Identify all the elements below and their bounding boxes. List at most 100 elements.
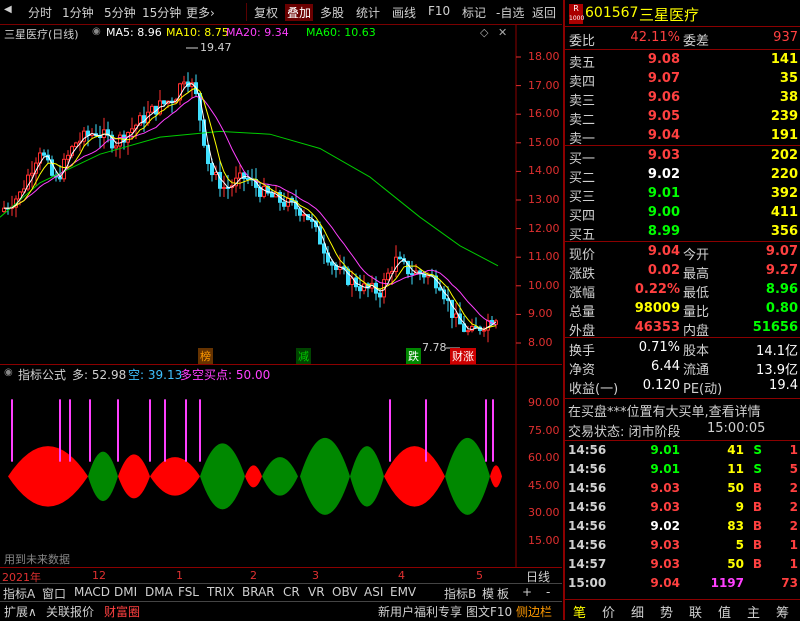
indicator-band: [150, 457, 200, 496]
more-button[interactable]: 更多›: [186, 4, 215, 21]
multi-stock-button[interactable]: 多股: [320, 4, 344, 21]
event-marker-list[interactable]: 榜: [198, 348, 213, 364]
wealth-circle-tab[interactable]: 财富圈: [104, 603, 140, 620]
tick-row[interactable]: 14:56 9.01 41 S 1: [565, 443, 800, 461]
tab-trix[interactable]: TRIX: [207, 585, 234, 599]
event-marker-finance[interactable]: 财涨: [450, 348, 476, 364]
tab-5min[interactable]: 5分钟: [104, 4, 136, 21]
tick-row[interactable]: 15:00 9.04 1197 73: [565, 576, 800, 594]
candle: [98, 125, 102, 149]
tab-vr[interactable]: VR: [308, 585, 325, 599]
stat-row: 总量 98009 量比 0.80: [569, 301, 798, 320]
tab-detail[interactable]: 细: [631, 602, 644, 621]
tab-15min[interactable]: 15分钟: [142, 4, 181, 21]
candle: [250, 168, 254, 187]
tab-obv[interactable]: OBV: [332, 585, 358, 599]
tab-macd[interactable]: MACD: [74, 585, 110, 599]
tab-main[interactable]: 主: [747, 602, 760, 621]
zoom-out-button[interactable]: -: [546, 585, 550, 599]
kline-chart[interactable]: 三星医疗(日线) ◉ MA5: 8.96 MA10: 8.75 MA20: 9.…: [0, 25, 562, 365]
tab-indicator-b[interactable]: 指标B: [444, 585, 476, 602]
collapse-icon[interactable]: ◀: [4, 4, 12, 15]
candle: [2, 200, 6, 213]
buy-level-row: 买四 9.00 411: [569, 205, 798, 224]
tab-cr[interactable]: CR: [283, 585, 300, 599]
trade-status-time: 15:00:05: [707, 421, 766, 436]
candle: [38, 147, 42, 171]
tab-minute-chart[interactable]: 分时: [28, 4, 52, 21]
sidebar-link[interactable]: 侧边栏: [516, 603, 552, 620]
candle: [418, 268, 422, 281]
tab-linked[interactable]: 联: [689, 602, 702, 621]
related-quotes-tab[interactable]: 关联报价: [46, 603, 94, 620]
indicator-band: [118, 454, 150, 499]
candle: [238, 164, 242, 189]
f10-graphic-link[interactable]: 图文F10: [466, 603, 512, 620]
sell-level-row: 卖一 9.04 191: [569, 128, 798, 147]
tab-chips[interactable]: 筹: [776, 602, 789, 621]
tab-trend[interactable]: 势: [660, 602, 673, 621]
tab-fsl[interactable]: FSL: [178, 585, 199, 599]
add-watchlist-button[interactable]: -自选: [496, 4, 524, 21]
sell-level-row: 卖五 9.08 141: [569, 52, 798, 71]
candle: [494, 318, 498, 329]
candle: [134, 123, 138, 140]
event-marker-reduce[interactable]: 减: [296, 348, 311, 364]
new-user-benefit-link[interactable]: 新用户福利专享: [378, 603, 462, 620]
mark-button[interactable]: 标记: [462, 4, 486, 21]
expand-button[interactable]: 扩展∧: [4, 603, 37, 620]
statistics-button[interactable]: 统计: [356, 4, 380, 21]
candle: [410, 261, 414, 285]
tab-asi[interactable]: ASI: [364, 585, 383, 599]
tab-emv[interactable]: EMV: [390, 585, 416, 599]
tab-indicator-a[interactable]: 指标A: [3, 585, 35, 602]
tick-row[interactable]: 14:56 9.01 11 S 5: [565, 462, 800, 480]
tick-row[interactable]: 14:56 9.02 83 B 2: [565, 519, 800, 537]
tab-template[interactable]: 模: [482, 585, 494, 602]
indicator-tick-label: 45.00: [528, 478, 560, 492]
restore-rights-button[interactable]: 复权: [254, 4, 278, 21]
chart-toolbar: ◀ 分时 1分钟 5分钟 15分钟 更多› 复权 叠加 多股 统计 画线 F10…: [0, 0, 562, 25]
overlay-button[interactable]: 叠加: [285, 4, 314, 21]
candle: [82, 126, 86, 147]
tick-row[interactable]: 14:56 9.03 5 B 1: [565, 538, 800, 556]
candle: [398, 251, 402, 260]
tick-row[interactable]: 14:57 9.03 50 B 1: [565, 557, 800, 575]
candle: [50, 155, 54, 178]
event-marker-drop[interactable]: 跌: [406, 348, 421, 364]
stat-row: 现价 9.04 今开 9.07: [569, 244, 798, 263]
tab-1min[interactable]: 1分钟: [62, 4, 94, 21]
tab-trades[interactable]: 笔: [573, 602, 586, 621]
tab-board[interactable]: 板: [497, 585, 509, 602]
back-button[interactable]: 返回: [532, 4, 556, 21]
indicator-panel[interactable]: ◉ 指标公式 多: 52.98 空: 39.13 多空买点: 50.00 90.…: [0, 365, 562, 567]
tab-dma[interactable]: DMA: [145, 585, 173, 599]
tick-row[interactable]: 14:56 9.03 50 B 2: [565, 481, 800, 499]
buy-level-row: 买五 8.99 356: [569, 224, 798, 243]
candle: [186, 72, 190, 93]
draw-line-button[interactable]: 画线: [392, 4, 416, 21]
tick-row[interactable]: 14:56 9.03 9 B 2: [565, 500, 800, 518]
tab-brar[interactable]: BRAR: [242, 585, 275, 599]
tab-value[interactable]: 值: [718, 602, 731, 621]
stat-row: 外盘 46353 内盘 51656: [569, 320, 798, 339]
indicator-band: [245, 465, 262, 488]
kline-svg: [0, 25, 521, 365]
price-tick-label: 10.00: [528, 278, 560, 292]
candle: [154, 105, 158, 121]
ma60-line: [0, 130, 499, 267]
buy-level-row: 买三 9.01 392: [569, 186, 798, 205]
tab-dmi[interactable]: DMI: [114, 585, 137, 599]
f10-button[interactable]: F10: [428, 4, 450, 18]
indicator-tabs: 指标A 窗口 MACD DMI DMA FSL TRIX BRAR CR VR …: [0, 583, 562, 602]
candle: [30, 161, 34, 188]
large-order-notice[interactable]: 在买盘***位置有大买单,查看详情: [568, 401, 761, 420]
price-tick-marks: [516, 56, 521, 344]
sell-level-row: 卖四 9.07 35: [569, 71, 798, 90]
zoom-in-button[interactable]: +: [522, 585, 532, 599]
candle: [222, 175, 226, 197]
tab-price[interactable]: 价: [602, 602, 615, 621]
indicator-band: [490, 465, 502, 488]
price-tick-label: 9.00: [528, 307, 553, 321]
tab-window[interactable]: 窗口: [42, 585, 66, 602]
